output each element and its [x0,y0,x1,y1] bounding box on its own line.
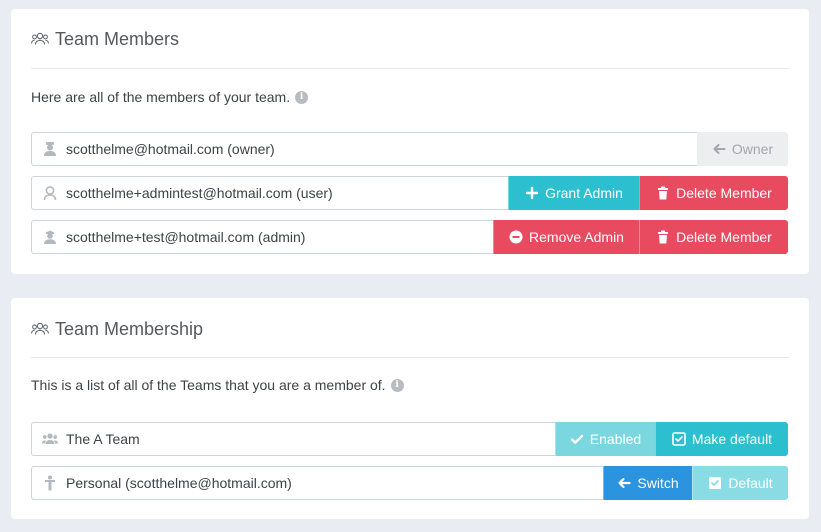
team-row-personal: Personal (scotthelme@hotmail.com) Switch… [31,466,788,500]
arrow-left-icon [618,477,631,489]
member-email-field: scotthelme+admintest@hotmail.com (user) [31,176,508,210]
grant-admin-label: Grant Admin [545,185,623,201]
users-icon [31,322,49,335]
owner-button-label: Owner [731,141,774,157]
delete-member-label: Delete Member [676,185,772,201]
team-members-intro-text: Here are all of the members of your team… [31,89,291,105]
info-icon[interactable]: i [390,378,404,392]
delete-member-label: Delete Member [676,229,772,245]
member-email: scotthelme+test@hotmail.com (admin) [66,229,306,245]
team-members-card: Team Members Here are all of the members… [11,9,809,274]
team-name: Personal (scotthelme@hotmail.com) [66,475,292,491]
team-membership-title: Team Membership [55,319,204,339]
team-membership-card: Team Membership This is a list of all of… [11,298,809,519]
make-default-button[interactable]: Make default [655,422,788,456]
member-row-user: scotthelme+admintest@hotmail.com (user) … [31,176,788,210]
checkbox-checked-icon [709,477,722,489]
member-email-field: scotthelme+test@hotmail.com (admin) [31,220,493,254]
team-membership-intro: This is a list of all of the Teams that … [31,377,404,393]
team-members-title: Team Members [55,29,180,49]
switch-button[interactable]: Switch [603,466,692,500]
person-icon [45,475,55,491]
default-button[interactable]: Default [692,466,788,500]
arrow-left-icon [713,144,726,154]
trash-icon [658,230,669,244]
admin-user-icon [44,230,56,244]
remove-admin-button[interactable]: Remove Admin [493,220,639,254]
member-email-field: scotthelme@hotmail.com (owner) [31,132,697,166]
team-members-intro: Here are all of the members of your team… [31,89,309,105]
delete-member-button[interactable]: Delete Member [639,176,788,210]
member-row-owner: scotthelme@hotmail.com (owner) Owner [31,132,788,166]
team-name-field: The A Team [31,422,555,456]
users-icon [42,433,58,444]
delete-member-button[interactable]: Delete Member [639,220,788,254]
remove-admin-label: Remove Admin [529,229,624,245]
enabled-button[interactable]: Enabled [555,422,655,456]
grant-admin-button[interactable]: Grant Admin [508,176,639,210]
trash-icon [658,186,669,200]
member-email: scotthelme@hotmail.com (owner) [66,141,275,157]
user-icon [43,186,57,201]
checkbox-icon [672,432,686,446]
team-name: The A Team [66,431,140,447]
users-icon [31,32,49,45]
info-icon[interactable]: i [295,90,309,104]
default-label: Default [728,475,773,491]
team-membership-intro-text: This is a list of all of the Teams that … [31,377,386,393]
member-row-admin: scotthelme+test@hotmail.com (admin) Remo… [31,220,788,254]
enabled-label: Enabled [589,431,642,447]
owner-button[interactable]: Owner [697,132,788,166]
team-name-field: Personal (scotthelme@hotmail.com) [31,466,603,500]
team-members-header: Team Members [31,9,789,69]
member-email: scotthelme+admintest@hotmail.com (user) [66,185,333,201]
switch-label: Switch [637,475,679,491]
team-row-a-team: The A Team Enabled Make default [31,422,788,456]
owner-user-icon [44,142,56,156]
team-membership-header: Team Membership [31,298,789,358]
make-default-label: Make default [691,431,773,447]
plus-icon [525,186,539,200]
check-icon [570,434,583,444]
minus-circle-icon [509,230,523,244]
